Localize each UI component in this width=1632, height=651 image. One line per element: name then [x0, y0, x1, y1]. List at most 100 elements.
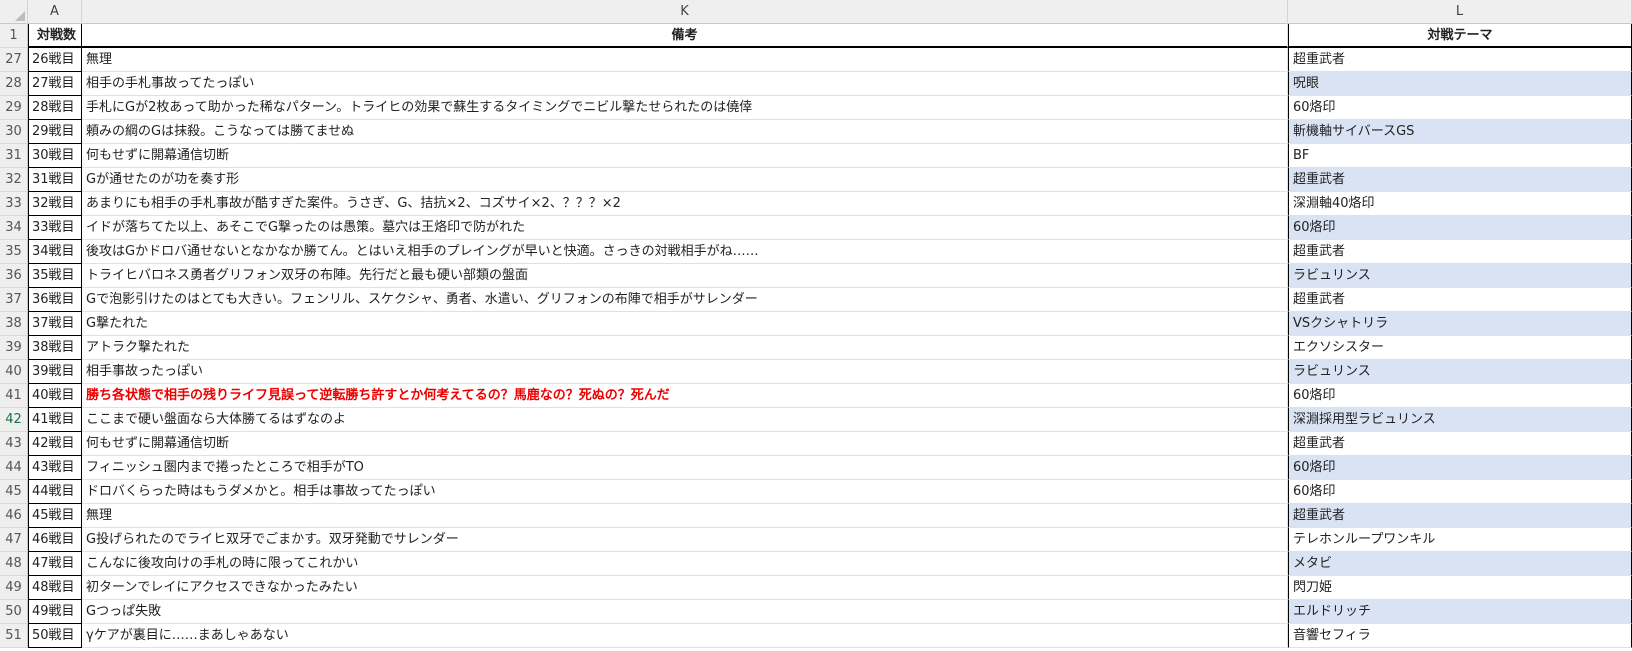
row-header[interactable]: 31 [0, 144, 28, 168]
cell-notes[interactable]: γケアが裏目に……まあしゃあない [82, 624, 1288, 648]
row-header[interactable]: 29 [0, 96, 28, 120]
cell-battle-theme[interactable]: 音響セフィラ [1288, 624, 1632, 648]
cell-battle-theme[interactable]: エクソシスター [1288, 336, 1632, 360]
cell-notes[interactable]: 相手の手札事故ってたっぽい [82, 72, 1288, 96]
cell-notes[interactable]: トライヒバロネス勇者グリフォン双牙の布陣。先行だと最も硬い部類の盤面 [82, 264, 1288, 288]
cell-notes[interactable]: ここまで硬い盤面なら大体勝てるはずなのよ [82, 408, 1288, 432]
row-header[interactable]: 48 [0, 552, 28, 576]
title-cell-notes[interactable]: 備考 [82, 24, 1288, 48]
row-header[interactable]: 51 [0, 624, 28, 648]
cell-battle-theme[interactable]: 60烙印 [1288, 456, 1632, 480]
row-header[interactable]: 46 [0, 504, 28, 528]
cell-battle-theme[interactable]: メタビ [1288, 552, 1632, 576]
cell-battle-theme[interactable]: 超重武者 [1288, 504, 1632, 528]
cell-notes[interactable]: G撃たれた [82, 312, 1288, 336]
cell-battle-theme[interactable]: 60烙印 [1288, 216, 1632, 240]
cell-battle-theme[interactable]: BF [1288, 144, 1632, 168]
column-header-a[interactable]: A [28, 0, 82, 24]
cell-battle-count[interactable]: 43戦目 [28, 456, 82, 480]
cell-battle-count[interactable]: 34戦目 [28, 240, 82, 264]
row-header[interactable]: 47 [0, 528, 28, 552]
cell-notes[interactable]: Gが通せたのが功を奏す形 [82, 168, 1288, 192]
cell-notes[interactable]: Gつっぱ失敗 [82, 600, 1288, 624]
cell-battle-count[interactable]: 32戦目 [28, 192, 82, 216]
cell-battle-theme[interactable]: 60烙印 [1288, 480, 1632, 504]
cell-notes[interactable]: 後攻はGかドロバ通せないとなかなか勝てん。とはいえ相手のプレイングが早いと快適。… [82, 240, 1288, 264]
cell-notes[interactable]: G投げられたのでライヒ双牙でごまかす。双牙発動でサレンダー [82, 528, 1288, 552]
cell-battle-count[interactable]: 36戦目 [28, 288, 82, 312]
cell-battle-theme[interactable]: 60烙印 [1288, 96, 1632, 120]
cell-battle-theme[interactable]: ラビュリンス [1288, 264, 1632, 288]
cell-notes[interactable]: Gで泡影引けたのはとても大きい。フェンリル、スケクシャ、勇者、水遣い、グリフォン… [82, 288, 1288, 312]
cell-battle-count[interactable]: 42戦目 [28, 432, 82, 456]
row-header[interactable]: 32 [0, 168, 28, 192]
cell-battle-count[interactable]: 29戦目 [28, 120, 82, 144]
cell-notes[interactable]: 無理 [82, 504, 1288, 528]
row-header[interactable]: 41 [0, 384, 28, 408]
cell-battle-count[interactable]: 28戦目 [28, 96, 82, 120]
cell-battle-theme[interactable]: テレホンループワンキル [1288, 528, 1632, 552]
cell-battle-count[interactable]: 47戦目 [28, 552, 82, 576]
cell-battle-count[interactable]: 31戦目 [28, 168, 82, 192]
cell-notes[interactable]: 相手事故ったっぽい [82, 360, 1288, 384]
cell-battle-count[interactable]: 38戦目 [28, 336, 82, 360]
cell-battle-count[interactable]: 37戦目 [28, 312, 82, 336]
cell-battle-theme[interactable]: エルドリッチ [1288, 600, 1632, 624]
cell-battle-theme[interactable]: 深淵軸40烙印 [1288, 192, 1632, 216]
row-header[interactable]: 50 [0, 600, 28, 624]
cell-notes[interactable]: 初ターンでレイにアクセスできなかったみたい [82, 576, 1288, 600]
row-header[interactable]: 42 [0, 408, 28, 432]
row-header[interactable]: 43 [0, 432, 28, 456]
cell-battle-count[interactable]: 35戦目 [28, 264, 82, 288]
cell-notes[interactable]: ドロバくらった時はもうダメかと。相手は事故ってたっぽい [82, 480, 1288, 504]
row-header[interactable]: 36 [0, 264, 28, 288]
cell-battle-count[interactable]: 39戦目 [28, 360, 82, 384]
column-header-k[interactable]: K [82, 0, 1288, 24]
title-cell-battle-theme[interactable]: 対戦テーマ [1288, 24, 1632, 48]
cell-battle-count[interactable]: 30戦目 [28, 144, 82, 168]
cell-notes[interactable]: アトラク撃たれた [82, 336, 1288, 360]
title-cell-battle-count[interactable]: 対戦数 [28, 24, 82, 48]
cell-battle-theme[interactable]: 斬機軸サイバースGS [1288, 120, 1632, 144]
column-header-l[interactable]: L [1288, 0, 1632, 24]
cell-battle-count[interactable]: 49戦目 [28, 600, 82, 624]
cell-battle-theme[interactable]: 超重武者 [1288, 288, 1632, 312]
row-header[interactable]: 45 [0, 480, 28, 504]
row-header[interactable]: 28 [0, 72, 28, 96]
cell-battle-theme[interactable]: 閃刀姫 [1288, 576, 1632, 600]
spreadsheet-grid[interactable]: A K L 1 対戦数 備考 対戦テーマ 27 26戦目 無理 超重武者 28 27戦目相… [0, 0, 1632, 651]
cell-battle-theme[interactable]: 超重武者 [1288, 168, 1632, 192]
cell-notes[interactable]: 勝ち各状態で相手の残りライフ見誤って逆転勝ち許すとか何考えてるの？馬鹿なの？死ぬ… [82, 384, 1288, 408]
cell-notes[interactable]: あまりにも相手の手札事故が酷すぎた案件。うさぎ、G、拮抗×2、コズサイ×2、？？… [82, 192, 1288, 216]
cell-battle-count[interactable]: 48戦目 [28, 576, 82, 600]
cell-battle-theme[interactable]: VSクシャトリラ [1288, 312, 1632, 336]
cell-notes[interactable]: こんなに後攻向けの手札の時に限ってこれかい [82, 552, 1288, 576]
row-header[interactable]: 37 [0, 288, 28, 312]
cell-battle-count[interactable]: 27戦目 [28, 72, 82, 96]
cell-battle-count[interactable]: 50戦目 [28, 624, 82, 648]
cell-battle-theme[interactable]: 60烙印 [1288, 384, 1632, 408]
cell-battle-count[interactable]: 44戦目 [28, 480, 82, 504]
row-header[interactable]: 40 [0, 360, 28, 384]
cell-notes[interactable]: 頼みの綱のGは抹殺。こうなっては勝てませぬ [82, 120, 1288, 144]
cell-battle-theme[interactable]: 超重武者 [1288, 48, 1632, 72]
cell-battle-count[interactable]: 33戦目 [28, 216, 82, 240]
cell-notes[interactable]: 何もせずに開幕通信切断 [82, 144, 1288, 168]
cell-battle-count[interactable]: 26戦目 [28, 48, 82, 72]
cell-notes[interactable]: イドが落ちてた以上、あそこでG撃ったのは愚策。墓穴は王烙印で防がれた [82, 216, 1288, 240]
cell-battle-count[interactable]: 41戦目 [28, 408, 82, 432]
cell-notes[interactable]: フィニッシュ圏内まで捲ったところで相手がTO [82, 456, 1288, 480]
cell-battle-theme[interactable]: 呪眼 [1288, 72, 1632, 96]
cell-battle-theme[interactable]: 超重武者 [1288, 432, 1632, 456]
row-header[interactable]: 34 [0, 216, 28, 240]
row-header-1[interactable]: 1 [0, 24, 28, 48]
row-header[interactable]: 33 [0, 192, 28, 216]
row-header[interactable]: 27 [0, 48, 28, 72]
row-header[interactable]: 38 [0, 312, 28, 336]
row-header[interactable]: 35 [0, 240, 28, 264]
row-header[interactable]: 30 [0, 120, 28, 144]
cell-battle-count[interactable]: 46戦目 [28, 528, 82, 552]
cell-battle-theme[interactable]: ラビュリンス [1288, 360, 1632, 384]
cell-battle-count[interactable]: 45戦目 [28, 504, 82, 528]
select-all-corner[interactable] [0, 0, 28, 24]
